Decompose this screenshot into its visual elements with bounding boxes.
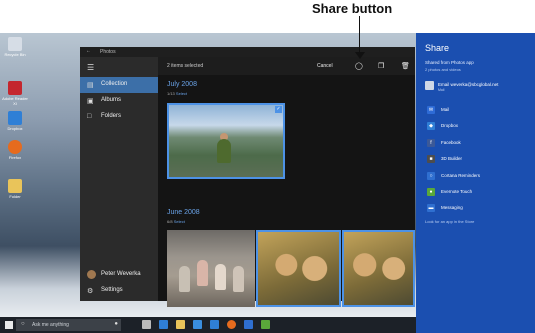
checkbox-checked-icon[interactable]: ✓ bbox=[275, 106, 282, 113]
firefox-icon bbox=[8, 140, 22, 154]
dropbox-icon: ◆ bbox=[427, 122, 435, 130]
photo-person-body bbox=[217, 139, 231, 163]
screenshot: Share button Recycle Bin Adobe Reader XI… bbox=[0, 0, 535, 333]
share-app-dropbox[interactable]: ◆ Dropbox bbox=[416, 121, 535, 133]
shared-from-dropdown[interactable]: Shared from Photos app bbox=[425, 60, 474, 65]
section-sub-july: 1/13 Select bbox=[167, 91, 188, 96]
edge-icon[interactable] bbox=[159, 320, 168, 329]
adobe-reader-icon bbox=[8, 81, 22, 95]
contact-avatar-icon bbox=[425, 81, 434, 90]
select-link[interactable]: Select bbox=[176, 91, 187, 96]
firefox-taskbar-icon[interactable] bbox=[227, 320, 236, 329]
mail-icon: ✉ bbox=[427, 106, 435, 114]
word-icon[interactable] bbox=[244, 320, 253, 329]
photo-kid bbox=[197, 260, 208, 286]
photos-sidebar: ☰ ▤ Collection ▣ Albums □ Folders Peter … bbox=[80, 57, 158, 301]
dropbox-icon bbox=[8, 111, 22, 125]
avatar bbox=[87, 270, 96, 279]
sidebar-item-collection[interactable]: ▤ Collection bbox=[80, 77, 158, 93]
photos-main: 2 items selected Cancel ◯ ❐ 🗑 July 2008 … bbox=[158, 57, 415, 307]
share-app-3d-builder[interactable]: ■ 3D Builder bbox=[416, 154, 535, 166]
share-email-sub: Mail bbox=[438, 88, 445, 92]
desktop-icon-folder[interactable]: Folder bbox=[2, 179, 28, 199]
search-placeholder: Ask me anything bbox=[32, 322, 69, 328]
photo-kid bbox=[233, 266, 244, 292]
share-app-evernote[interactable]: ● Evernote Touch bbox=[416, 187, 535, 199]
back-arrow-icon[interactable]: ← bbox=[86, 48, 91, 54]
cortana-search-icon: ○ bbox=[21, 321, 25, 327]
desktop-icon-adobe-reader[interactable]: Adobe Reader XI bbox=[2, 81, 28, 106]
select-link[interactable]: Select bbox=[174, 219, 185, 224]
photo-kid bbox=[215, 264, 226, 290]
albums-icon: ▣ bbox=[87, 98, 94, 105]
sidebar-item-folders[interactable]: □ Folders bbox=[80, 109, 158, 125]
hamburger-menu-icon[interactable]: ☰ bbox=[87, 63, 94, 72]
microphone-icon[interactable]: ● bbox=[114, 321, 118, 327]
annotation-area: Share button bbox=[0, 0, 535, 33]
photo-kid bbox=[179, 266, 190, 292]
share-app-cortana[interactable]: ○ Cortana Reminders bbox=[416, 171, 535, 183]
photos-taskbar-icon[interactable] bbox=[261, 320, 270, 329]
share-icon[interactable]: ◯ bbox=[355, 62, 363, 70]
selection-count: 2 items selected bbox=[167, 63, 204, 69]
windows-start-icon[interactable] bbox=[5, 321, 13, 329]
store-icon[interactable] bbox=[193, 320, 202, 329]
share-app-messaging[interactable]: ▬ Messaging bbox=[416, 203, 535, 215]
share-item-count: 2 photos and videos bbox=[425, 67, 461, 72]
desktop-icon-dropbox[interactable]: Dropbox bbox=[2, 111, 28, 131]
folder-icon bbox=[8, 179, 22, 193]
facebook-icon: f bbox=[427, 139, 435, 147]
section-sub-june: 6/8 Select bbox=[167, 219, 185, 224]
share-pane: Share Shared from Photos app 2 photos an… bbox=[416, 33, 535, 333]
share-app-facebook[interactable]: f Facebook bbox=[416, 138, 535, 150]
photo-kids-on-steps[interactable] bbox=[167, 230, 255, 307]
annotation-label: Share button bbox=[312, 1, 393, 16]
gear-icon: ⚙ bbox=[87, 288, 94, 295]
desktop-icon-firefox[interactable]: Firefox bbox=[2, 140, 28, 160]
taskbar: ○ Ask me anything ● bbox=[0, 317, 416, 333]
delete-icon[interactable]: 🗑 bbox=[401, 62, 410, 70]
photo-boys-2-selected[interactable] bbox=[342, 230, 415, 307]
desktop-icon-recycle-bin[interactable]: Recycle Bin bbox=[2, 37, 28, 57]
task-view-icon[interactable] bbox=[142, 320, 151, 329]
sidebar-item-albums[interactable]: ▣ Albums bbox=[80, 93, 158, 109]
section-title-june: June 2008 bbox=[167, 209, 200, 216]
file-explorer-icon[interactable] bbox=[176, 320, 185, 329]
share-email-contact[interactable]: Email weverka@sbcglobal.net bbox=[438, 82, 498, 87]
evernote-icon: ● bbox=[427, 188, 435, 196]
sidebar-item-user[interactable]: Peter Weverka bbox=[80, 267, 158, 283]
cortana-icon: ○ bbox=[427, 172, 435, 180]
window-title: Photos bbox=[100, 49, 116, 55]
share-title: Share bbox=[425, 43, 450, 53]
photo-mountain-selected[interactable]: ✓ bbox=[167, 103, 285, 179]
3d-builder-icon: ■ bbox=[427, 155, 435, 163]
recycle-bin-icon bbox=[8, 37, 22, 51]
section-title-july: July 2008 bbox=[167, 81, 197, 88]
photo-boys-selected[interactable] bbox=[256, 230, 341, 307]
store-link[interactable]: Look for an app in the Store bbox=[425, 219, 474, 224]
cancel-button[interactable]: Cancel bbox=[317, 63, 333, 69]
mail-taskbar-icon[interactable] bbox=[210, 320, 219, 329]
messaging-icon: ▬ bbox=[427, 204, 435, 212]
copy-icon[interactable]: ❐ bbox=[378, 62, 384, 70]
collection-icon: ▤ bbox=[87, 82, 94, 89]
search-box[interactable]: ○ Ask me anything ● bbox=[16, 319, 121, 331]
share-app-mail[interactable]: ✉ Mail bbox=[416, 105, 535, 117]
sidebar-item-settings[interactable]: ⚙ Settings bbox=[80, 283, 158, 299]
folders-icon: □ bbox=[87, 113, 92, 120]
annotation-arrow-head bbox=[355, 52, 365, 59]
annotation-arrow-line bbox=[359, 16, 360, 54]
photos-window: ← Photos ☰ ▤ Collection ▣ Albums □ Folde… bbox=[80, 47, 415, 307]
photos-toolbar: 2 items selected Cancel ◯ ❐ 🗑 bbox=[158, 57, 415, 75]
